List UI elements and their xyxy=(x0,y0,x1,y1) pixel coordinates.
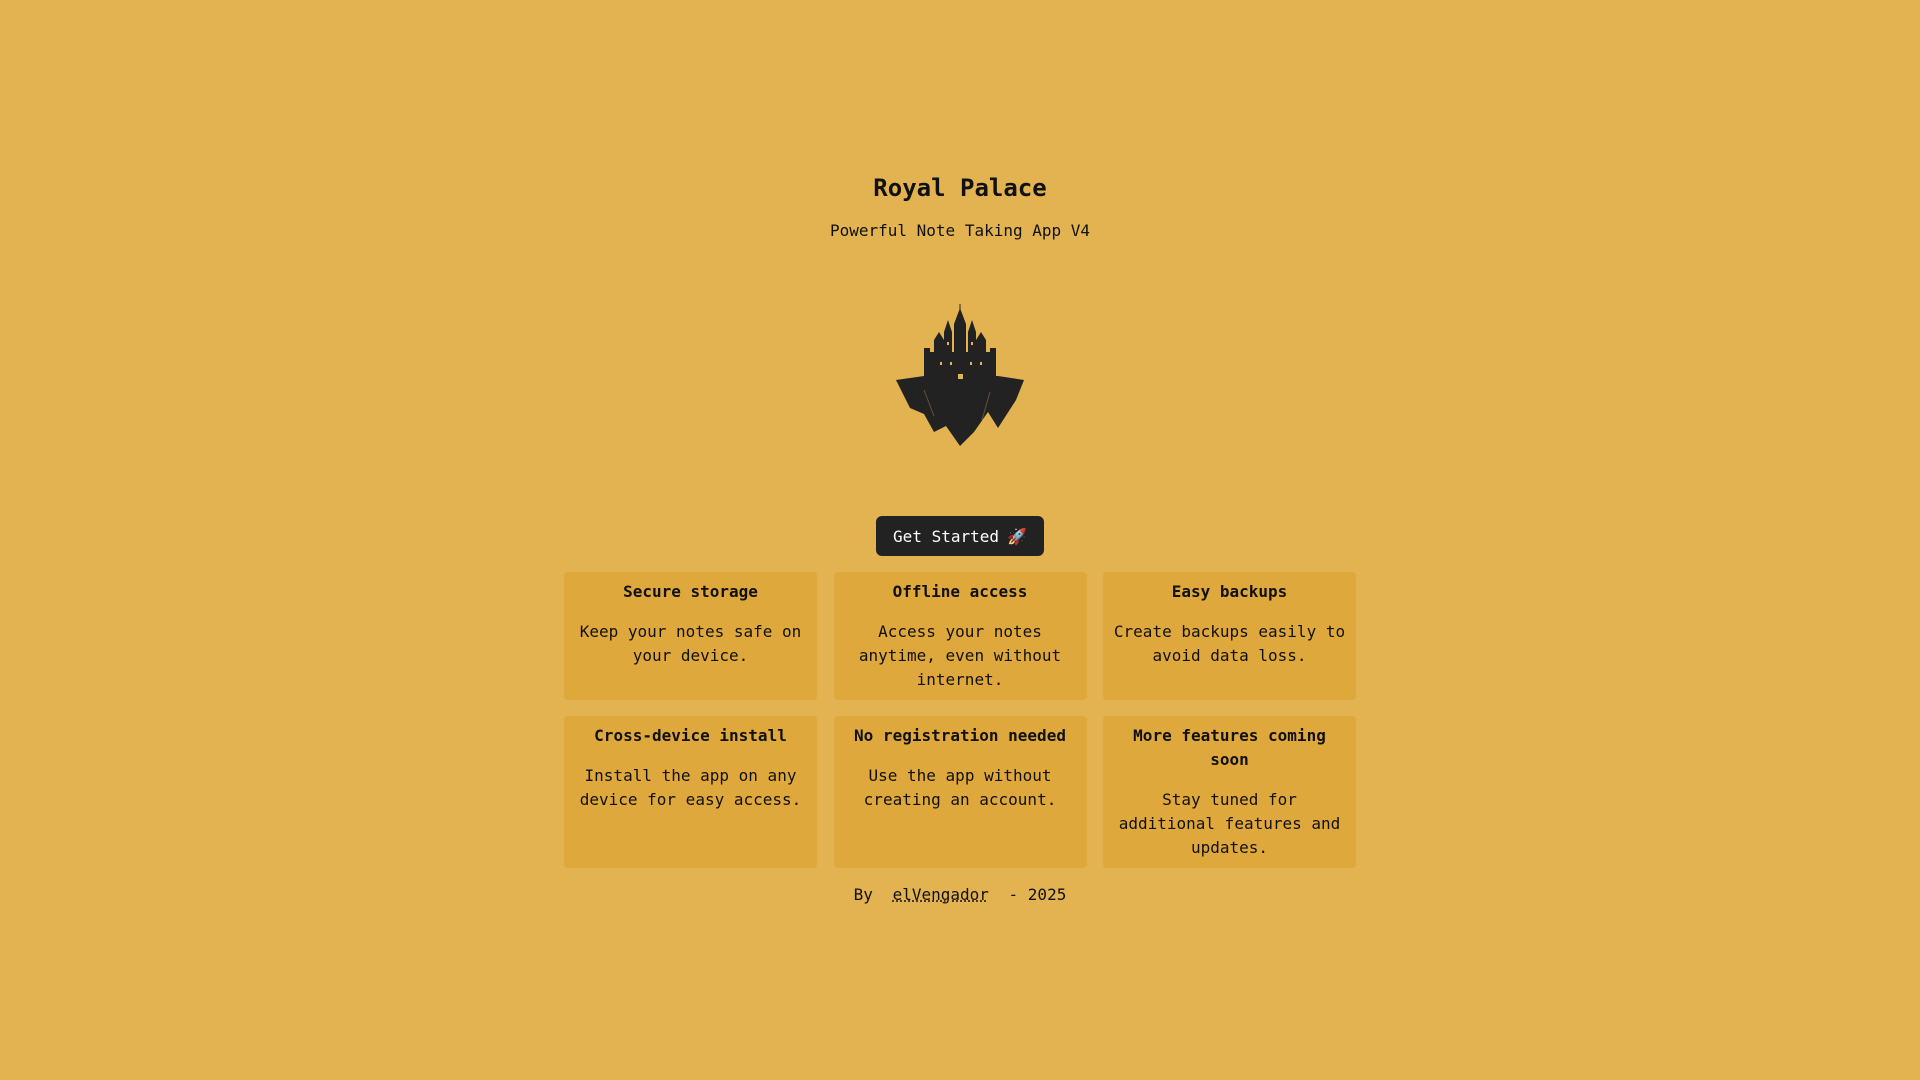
footer-year: - 2025 xyxy=(1008,885,1067,904)
feature-card-no-registration: No registration needed Use the app witho… xyxy=(833,716,1087,868)
castle-icon xyxy=(896,304,1024,446)
get-started-button[interactable]: Get Started 🚀 xyxy=(876,516,1044,556)
feature-title: Offline access xyxy=(892,582,1028,601)
feature-description: Stay tuned for additional features and u… xyxy=(1118,790,1341,857)
feature-title: No registration needed xyxy=(854,726,1066,745)
feature-title: Easy backups xyxy=(1171,582,1288,601)
features-grid-row-1: Secure storage Keep your notes safe on y… xyxy=(564,572,1356,700)
landing-page: Royal Palace Powerful Note Taking App V4 xyxy=(0,0,1920,1080)
feature-description: Keep your notes safe on your device. xyxy=(579,622,802,665)
features-grid-row-2: Cross-device install Install the app on … xyxy=(564,716,1356,868)
get-started-label: Get Started xyxy=(893,526,1000,546)
rocket-icon: 🚀 xyxy=(1007,526,1027,546)
feature-description: Install the app on any device for easy a… xyxy=(579,766,802,809)
feature-card-secure-storage: Secure storage Keep your notes safe on y… xyxy=(564,572,817,700)
feature-description: Access your notes anytime, even without … xyxy=(858,622,1062,689)
feature-description: Create backups easily to avoid data loss… xyxy=(1113,622,1346,665)
page-title: Royal Palace xyxy=(873,174,1047,202)
page-subtitle: Powerful Note Taking App V4 xyxy=(829,221,1091,240)
feature-card-easy-backups: Easy backups Create backups easily to av… xyxy=(1103,572,1356,700)
feature-title: Secure storage xyxy=(623,582,758,601)
feature-card-offline-access: Offline access Access your notes anytime… xyxy=(833,572,1087,700)
author-link[interactable]: elVengador xyxy=(893,885,989,904)
feature-title: Cross-device install xyxy=(594,726,787,745)
footer: By elVengador - 2025 xyxy=(0,883,1920,907)
feature-title: More features coming soon xyxy=(1133,726,1326,769)
feature-card-more-features: More features coming soon Stay tuned for… xyxy=(1103,716,1356,868)
feature-card-cross-device-install: Cross-device install Install the app on … xyxy=(564,716,817,868)
footer-prefix: By xyxy=(853,885,873,904)
feature-description: Use the app without creating an account. xyxy=(863,766,1057,809)
